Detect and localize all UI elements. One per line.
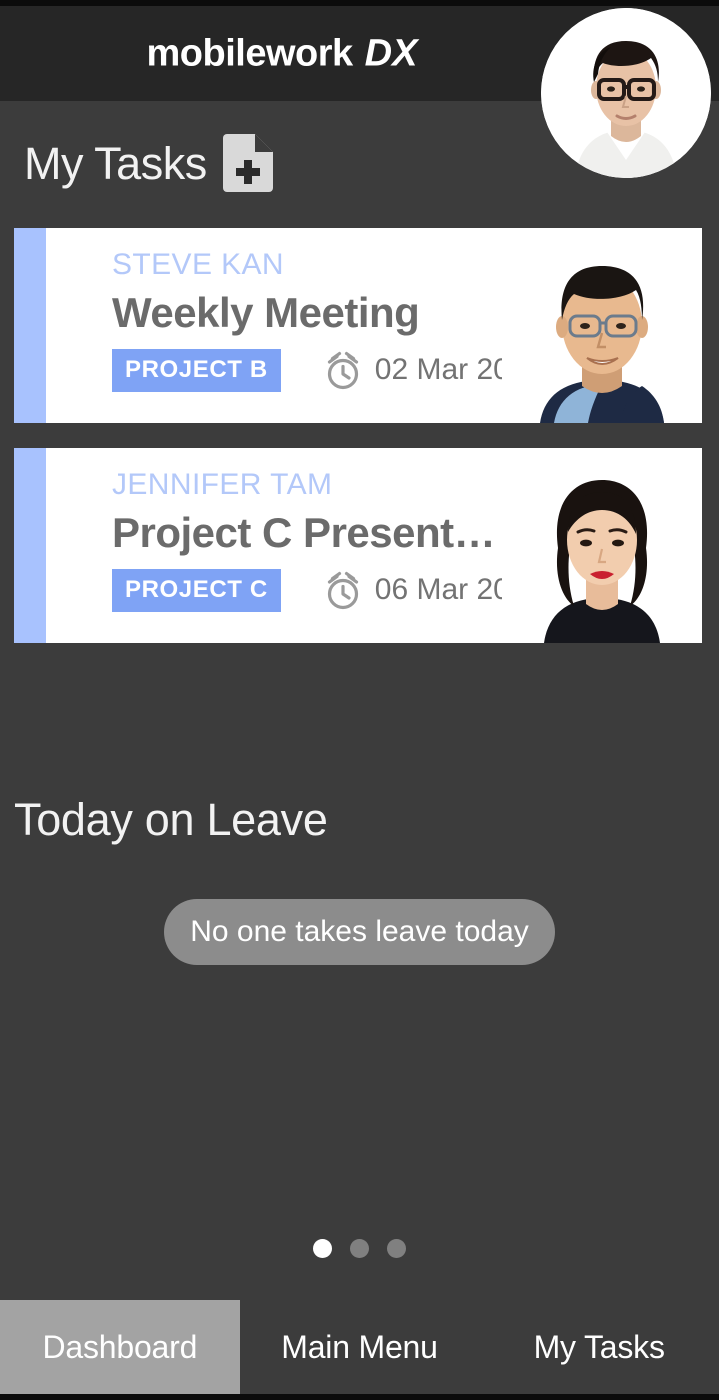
task-project-badge: PROJECT C (112, 568, 281, 612)
bottom-bar-strip (0, 1394, 719, 1400)
task-card-accent-bar (14, 228, 46, 423)
task-person-photo-image (502, 448, 702, 643)
today-on-leave-title: Today on Leave (14, 794, 328, 845)
task-card[interactable]: JENNIFER TAM Project C Present… PROJECT … (14, 448, 702, 643)
add-document-icon[interactable] (222, 134, 273, 192)
page-indicator-dot-3[interactable] (387, 1239, 406, 1258)
avatar-photo (541, 8, 711, 178)
today-on-leave-empty-text: No one takes leave today (190, 915, 529, 948)
page-indicator[interactable] (0, 1239, 719, 1258)
bottom-navigation: Dashboard Main Menu My Tasks (0, 1300, 719, 1394)
page-indicator-dot-1[interactable] (313, 1239, 332, 1258)
tab-my-tasks[interactable]: My Tasks (479, 1300, 719, 1394)
today-on-leave-empty-pill: No one takes leave today (164, 899, 555, 965)
task-card-accent-bar (14, 448, 46, 643)
tab-main-menu[interactable]: Main Menu (240, 1300, 480, 1394)
task-person-photo (502, 448, 702, 643)
page-title: My Tasks (24, 137, 207, 189)
page-title-row: My Tasks (24, 134, 273, 192)
logo-primary-text: mobilework (146, 32, 354, 74)
avatar[interactable] (541, 8, 711, 178)
task-card[interactable]: STEVE KAN Weekly Meeting PROJECT B 02 Ma… (14, 228, 702, 423)
alarm-clock-icon (327, 572, 358, 610)
logo-secondary-text: DX (364, 32, 418, 74)
mobile-app-screen: mobilework DX My Tasks STEVE KAN Weekly … (0, 0, 719, 1400)
task-person-photo-image (502, 228, 702, 423)
alarm-clock-icon (327, 352, 358, 390)
page-indicator-dot-2[interactable] (350, 1239, 369, 1258)
task-person-photo (502, 228, 702, 423)
tab-dashboard[interactable]: Dashboard (0, 1300, 240, 1394)
task-project-badge: PROJECT B (112, 348, 281, 392)
